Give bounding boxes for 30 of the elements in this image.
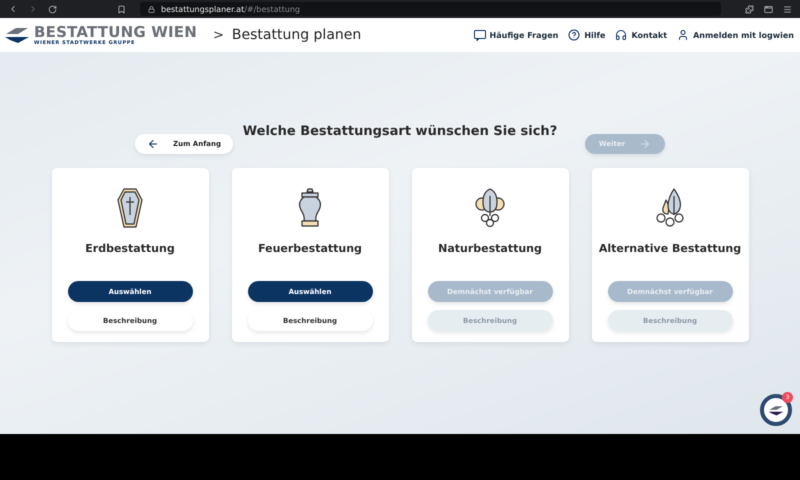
faq-icon [474, 30, 486, 40]
bookmark-icon[interactable] [117, 4, 126, 14]
window-icon[interactable] [764, 4, 773, 14]
tree-flowers-icon [473, 188, 507, 228]
menu-icon[interactable] [783, 4, 792, 14]
breadcrumb-separator: > [213, 28, 224, 42]
urn-icon [297, 188, 323, 228]
option-title: Feuerbestattung [258, 242, 362, 255]
header-link[interactable]: Kontakt [615, 29, 668, 41]
logo-name: BESTATTUNG WIEN [34, 24, 197, 40]
header-link[interactable]: Hilfe [568, 29, 606, 41]
option-title: Naturbestattung [438, 242, 542, 255]
logo-icon [4, 26, 30, 44]
page-title: Bestattung planen [232, 27, 362, 43]
arrow-left-icon [147, 138, 160, 150]
headset-icon [615, 29, 628, 41]
header-link[interactable]: Häufige Fragen [474, 30, 558, 40]
question-heading: Welche Bestattungsart wünschen Sie sich? [242, 124, 558, 139]
logo-icon [768, 404, 784, 416]
arrow-right-icon [639, 138, 652, 150]
user-icon [677, 29, 690, 41]
extensions-icon[interactable] [745, 4, 754, 14]
reload-icon[interactable] [48, 4, 57, 14]
coffin-icon [117, 188, 143, 228]
option-title: Alternative Bestattung [598, 242, 742, 255]
header-link[interactable]: Anmelden mit logwien [677, 29, 794, 41]
option-title: Erdbestattung [85, 242, 175, 255]
help-icon [568, 29, 580, 41]
address-bar[interactable]: bestattungsplaner.at/#/bestattung [140, 2, 721, 16]
lock-icon [148, 6, 155, 12]
